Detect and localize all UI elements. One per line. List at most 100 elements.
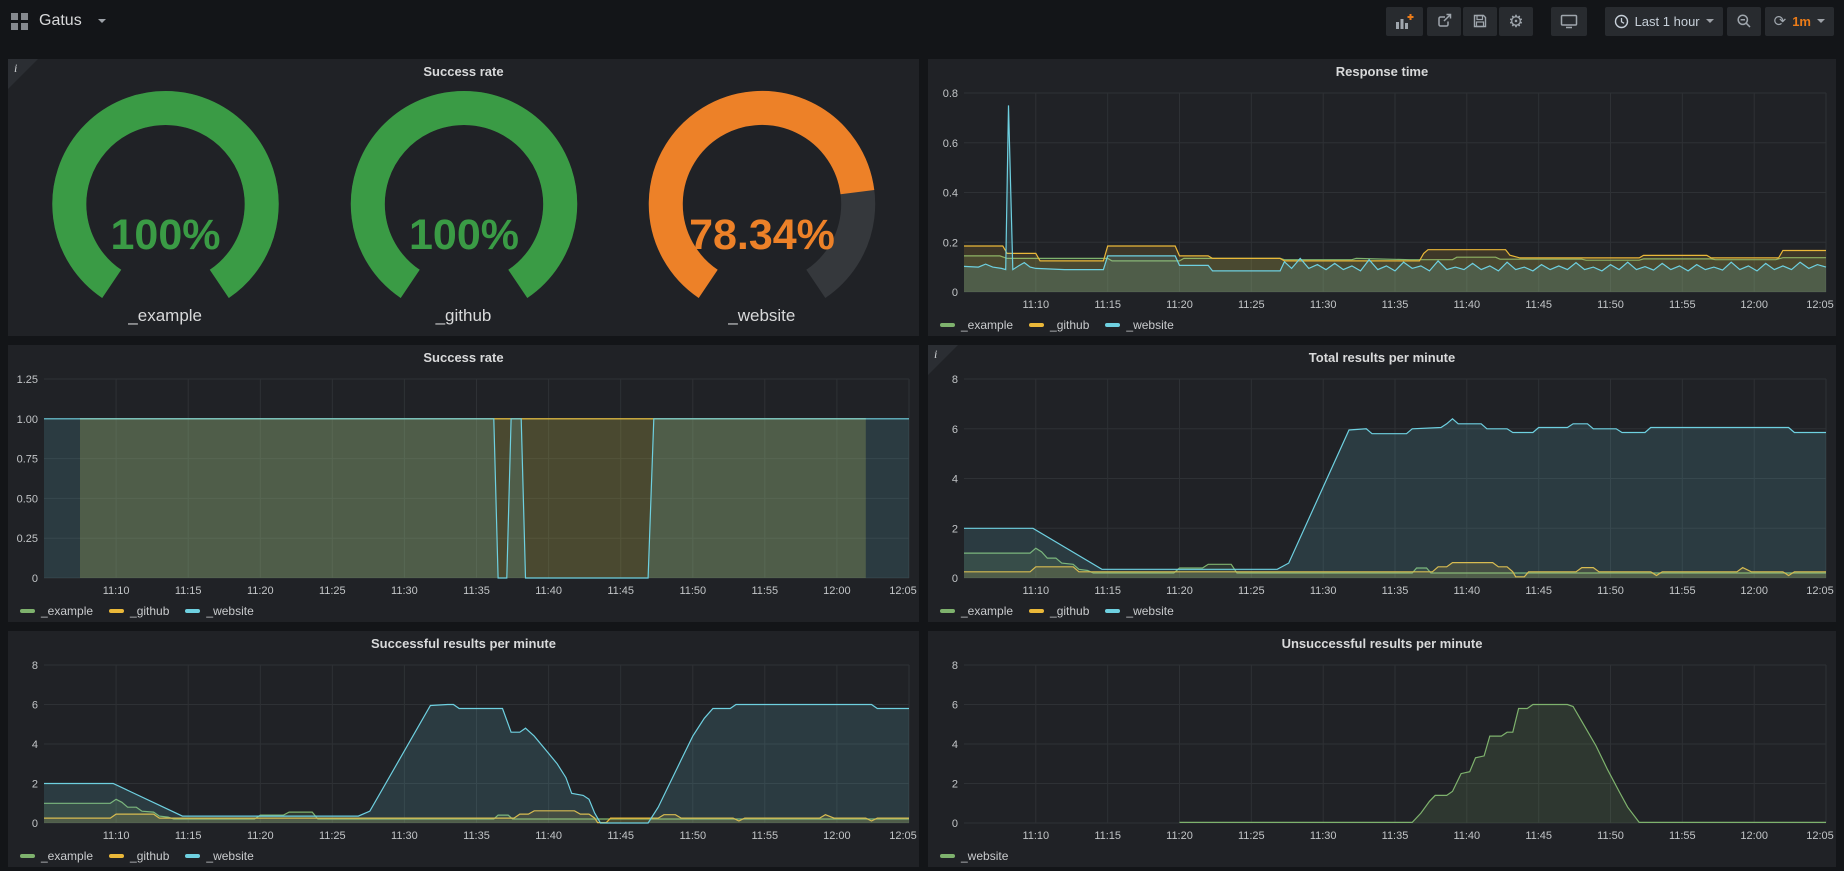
x-tick-label: 11:50 (1597, 830, 1624, 842)
x-tick-label: 11:50 (1597, 299, 1624, 311)
legend-swatch (1105, 323, 1120, 327)
legend-item-_website[interactable]: _website (1105, 318, 1173, 332)
x-tick-label: 11:40 (1453, 299, 1480, 311)
gauge-label: _example (128, 304, 202, 328)
x-tick-label: 11:50 (679, 585, 706, 597)
panel-info-corner[interactable]: i (928, 345, 958, 375)
chart-canvas[interactable]: 0246811:1011:1511:2011:2511:3011:3511:40… (8, 657, 919, 845)
legend-item-_github[interactable]: _github (109, 604, 169, 618)
legend-item-_github[interactable]: _github (1029, 318, 1089, 332)
legend-label: _github (1050, 604, 1089, 618)
x-tick-label: 11:50 (1597, 585, 1624, 597)
legend-label: _github (1050, 318, 1089, 332)
chart-canvas[interactable]: 0246811:1011:1511:2011:2511:3011:3511:40… (928, 657, 1836, 845)
time-range-label: Last 1 hour (1635, 14, 1700, 29)
x-tick-label: 11:10 (103, 830, 130, 842)
legend-swatch (20, 609, 35, 613)
gauge-value-text: 100% (110, 211, 220, 259)
legend-item-_example[interactable]: _example (940, 604, 1013, 618)
y-tick-label: 0 (32, 573, 38, 585)
y-tick-label: 2 (32, 779, 38, 791)
y-tick-label: 8 (952, 660, 958, 672)
zoom-out-button[interactable] (1727, 7, 1761, 36)
response-time-chart[interactable]: 00.20.40.60.811:1011:1511:2011:2511:3011… (928, 85, 1836, 314)
gauge-value-text: 100% (409, 211, 519, 259)
time-range-picker[interactable]: Last 1 hour (1605, 7, 1723, 36)
save-button[interactable] (1463, 7, 1497, 36)
successful-results-chart[interactable]: 0246811:1011:1511:2011:2511:3011:3511:40… (8, 657, 919, 845)
gear-icon: ⚙ (1508, 13, 1523, 30)
chart-canvas[interactable]: 0246811:1011:1511:2011:2511:3011:3511:40… (928, 371, 1836, 600)
legend-item-_github[interactable]: _github (109, 849, 169, 863)
y-tick-label: 1.00 (17, 414, 38, 426)
x-tick-label: 11:20 (247, 585, 274, 597)
panel-title[interactable]: Success rate (8, 345, 919, 371)
legend-swatch (20, 854, 35, 858)
add-panel-button[interactable] (1386, 7, 1423, 36)
x-tick-label: 11:30 (1310, 830, 1337, 842)
refresh-icon: ⟳ (1774, 14, 1787, 29)
success-rate-chart[interactable]: 00.250.500.751.001.2511:1011:1511:2011:2… (8, 371, 919, 600)
settings-button[interactable]: ⚙ (1499, 7, 1532, 36)
x-tick-label: 11:55 (751, 830, 778, 842)
legend-item-_website[interactable]: _website (185, 849, 253, 863)
legend-swatch (940, 609, 955, 613)
x-tick-label: 11:15 (1094, 585, 1121, 597)
grafana-menu-icon[interactable] (10, 12, 29, 31)
panel-title[interactable]: Total results per minute (928, 345, 1836, 371)
x-tick-label: 11:15 (175, 585, 202, 597)
x-tick-label: 11:10 (103, 585, 130, 597)
dashboard-title[interactable]: Gatus (39, 12, 82, 30)
legend-item-_website[interactable]: _website (940, 849, 1008, 863)
legend-item-_example[interactable]: _example (20, 849, 93, 863)
y-tick-label: 8 (952, 374, 958, 386)
x-tick-label: 11:35 (463, 585, 490, 597)
x-tick-label: 11:10 (1022, 585, 1049, 597)
panel-title[interactable]: Successful results per minute (8, 631, 919, 657)
legend-label: _website (206, 849, 253, 863)
x-tick-label: 11:35 (463, 830, 490, 842)
unsuccessful-results-chart[interactable]: 0246811:1011:1511:2011:2511:3011:3511:40… (928, 657, 1836, 845)
legend-label: _website (206, 604, 253, 618)
refresh-interval-label: 1m (1792, 14, 1811, 29)
x-tick-label: 12:00 (823, 830, 851, 842)
legend-label: _example (961, 604, 1013, 618)
legend-item-_github[interactable]: _github (1029, 604, 1089, 618)
total-results-chart[interactable]: 0246811:1011:1511:2011:2511:3011:3511:40… (928, 371, 1836, 600)
caret-down-icon (1817, 19, 1825, 23)
y-tick-label: 1.25 (17, 374, 38, 386)
x-tick-label: 11:30 (1310, 585, 1337, 597)
series-fill-_website (1180, 705, 1827, 824)
x-tick-label: 11:25 (1238, 830, 1265, 842)
tv-mode-button[interactable] (1551, 7, 1587, 36)
gauge-label: _website (728, 304, 795, 328)
x-tick-label: 11:20 (1166, 830, 1193, 842)
panel-info-corner[interactable]: i (8, 59, 38, 89)
refresh-picker[interactable]: ⟳ 1m (1765, 7, 1834, 36)
share-button[interactable] (1427, 7, 1461, 36)
chart-legend: _example _github _website (928, 314, 1836, 336)
y-tick-label: 0.75 (17, 454, 38, 466)
caret-down-icon (98, 19, 106, 23)
gauge-_github: 100%_github (314, 85, 612, 328)
legend-item-_website[interactable]: _website (1105, 604, 1173, 618)
panel-title[interactable]: Success rate (8, 59, 919, 85)
chart-canvas[interactable]: 00.250.500.751.001.2511:1011:1511:2011:2… (8, 371, 919, 600)
x-tick-label: 11:40 (535, 830, 562, 842)
legend-item-_example[interactable]: _example (940, 318, 1013, 332)
panel-title[interactable]: Unsuccessful results per minute (928, 631, 1836, 657)
chart-canvas[interactable]: 00.20.40.60.811:1011:1511:2011:2511:3011… (928, 85, 1836, 314)
x-tick-label: 12:00 (1740, 299, 1768, 311)
y-tick-label: 0.4 (943, 188, 958, 200)
panel-successful-results: Successful results per minute 0246811:10… (8, 631, 919, 867)
share-icon (1436, 13, 1452, 29)
series-fill-_website (964, 419, 1826, 578)
panel-title[interactable]: Response time (928, 59, 1836, 85)
legend-item-_website[interactable]: _website (185, 604, 253, 618)
legend-swatch (1029, 323, 1044, 327)
panel-response-time: Response time 00.20.40.60.811:1011:1511:… (928, 59, 1836, 336)
legend-item-_example[interactable]: _example (20, 604, 93, 618)
y-tick-label: 0 (952, 287, 958, 299)
x-tick-label: 11:30 (391, 585, 418, 597)
x-tick-label: 11:35 (1382, 830, 1409, 842)
